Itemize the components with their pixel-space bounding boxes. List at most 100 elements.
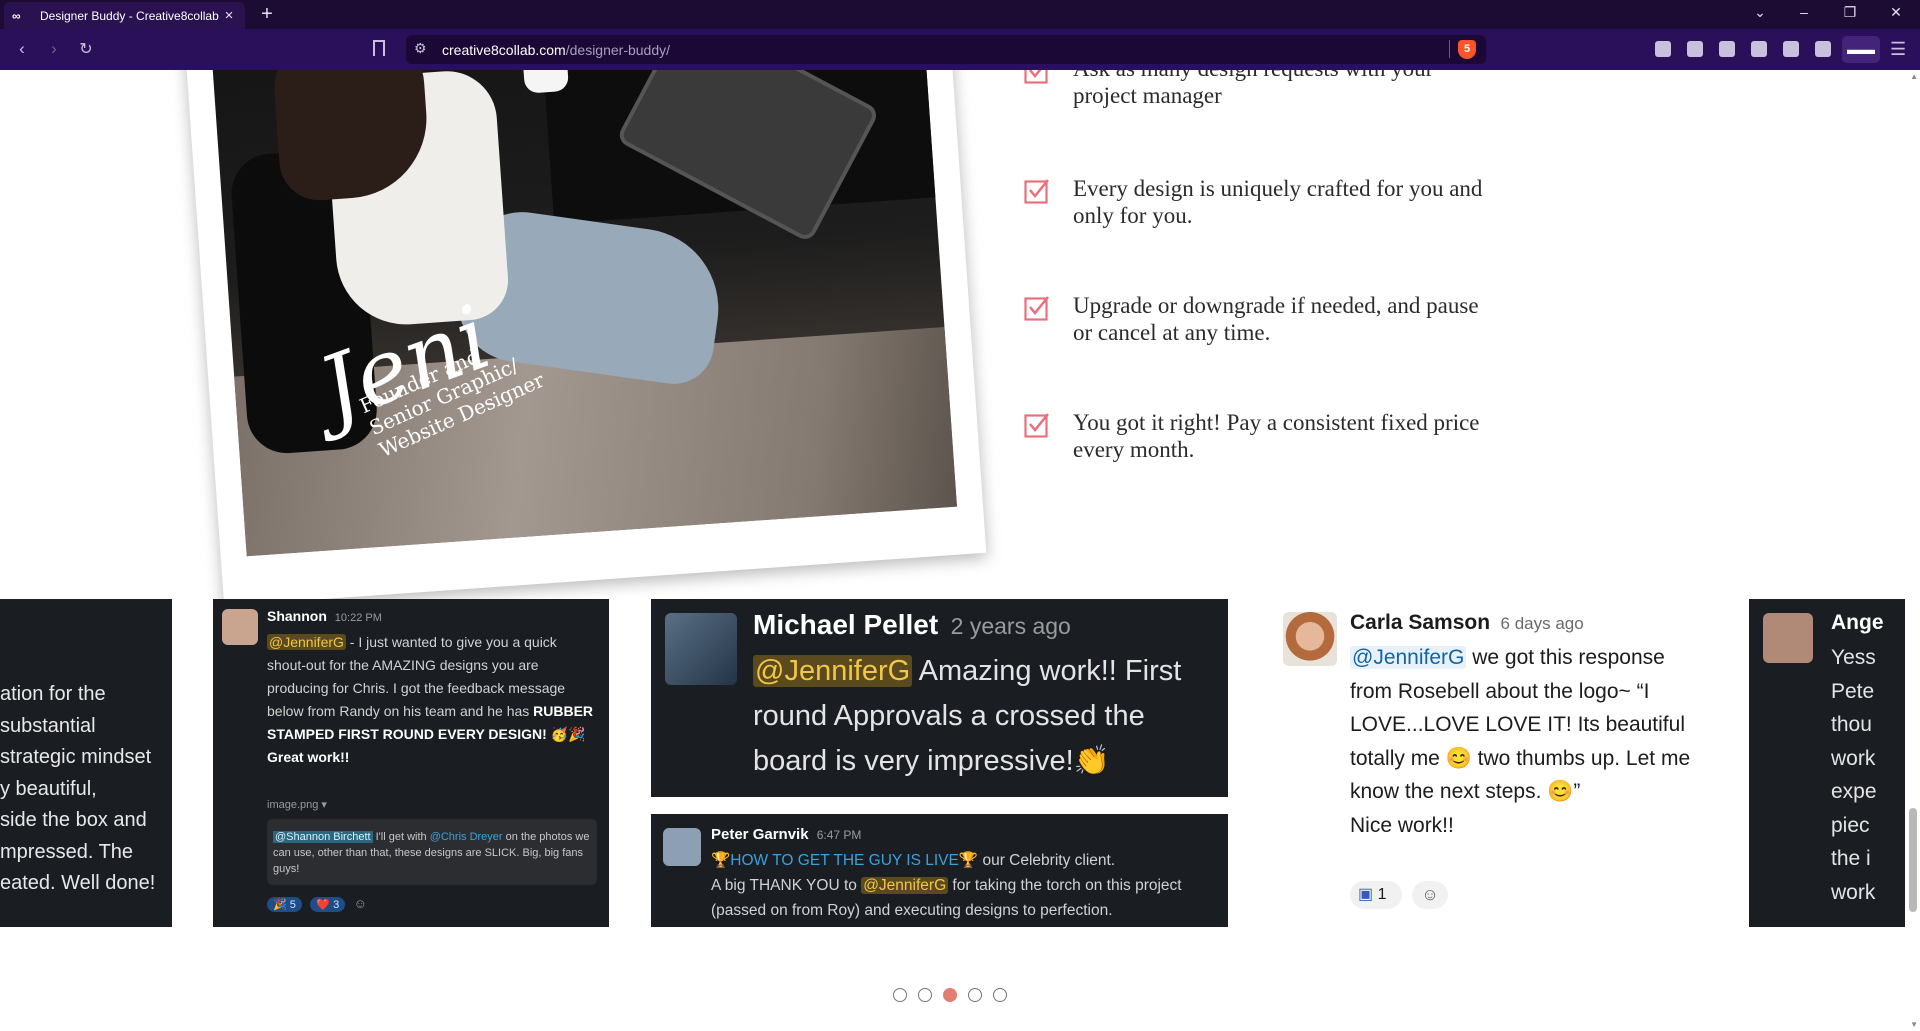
browser-tab-active[interactable]: ∞ Designer Buddy - Creative8collab ×: [4, 2, 245, 29]
address-divider: [1449, 40, 1450, 58]
message-body: @JenniferG - I just wanted to give you a…: [267, 631, 597, 769]
carousel-dot-1[interactable]: [893, 988, 907, 1002]
reaction-count: 1: [1377, 886, 1387, 903]
feature-text: Every design is uniquely crafted for you…: [1073, 176, 1483, 228]
mention: @Shannon Birchett: [273, 831, 373, 843]
message-body: Yess Pete thou work expe piec the i work: [1831, 641, 1877, 909]
close-window-button[interactable]: ✕: [1886, 4, 1906, 21]
reload-button[interactable]: ↻: [75, 39, 97, 59]
text-line: thou: [1831, 713, 1872, 736]
mention[interactable]: @JenniferG: [861, 877, 949, 894]
testimonial-card-carla[interactable]: Carla Samson 6 days ago @JenniferG we go…: [1270, 599, 1707, 927]
avatar: [663, 828, 701, 866]
browser-titlebar: ∞ Designer Buddy - Creative8collab × + ⌄…: [0, 0, 1920, 29]
message-text: Nice work!!: [1350, 813, 1454, 837]
scrollbar-thumb[interactable]: [1909, 808, 1917, 912]
text-line: y beautiful,: [0, 777, 97, 800]
message-text: A big THANK YOU to: [711, 877, 862, 894]
extension-icon[interactable]: [1719, 41, 1735, 57]
restore-button[interactable]: ❐: [1840, 4, 1860, 21]
text-line: Yess: [1831, 646, 1876, 669]
scrollbar[interactable]: ▲ ▼: [1905, 70, 1920, 1031]
back-button[interactable]: ‹: [11, 39, 33, 59]
tab-list-chevron-icon[interactable]: ⌄: [1750, 4, 1770, 21]
message-body: @JenniferG we got this response from Ros…: [1350, 641, 1695, 842]
author-name: Ange: [1831, 611, 1884, 634]
checkbox-icon: [1024, 179, 1049, 204]
text-line: the i: [1831, 847, 1871, 870]
scroll-down-arrow-icon[interactable]: ▼: [1910, 1020, 1918, 1029]
tab-close-icon[interactable]: ×: [221, 7, 237, 24]
checkbox-icon: [1024, 70, 1048, 84]
reader-glasses-icon[interactable]: ▬▬: [1842, 36, 1880, 63]
message-body: @JenniferG Amazing work!! First round Ap…: [753, 649, 1213, 784]
testimonial-card-partial-left[interactable]: ation for the substantial strategic mind…: [0, 599, 172, 927]
quote-text: I'll get with: [372, 831, 430, 843]
url-host: creative8collab.com: [442, 42, 566, 58]
quoted-message: @Shannon Birchett I'll get with @Chris D…: [267, 819, 597, 885]
text-line: mpressed. The: [0, 840, 134, 863]
address-bar[interactable]: ⚙ creative8collab.com/designer-buddy/ 5: [406, 35, 1486, 64]
testimonial-card-partial-right[interactable]: Ange Yess Pete thou work expe piec the i…: [1749, 599, 1920, 927]
minimize-button[interactable]: –: [1794, 4, 1814, 20]
founder-polaroid: Jeni Founder and Senior Graphic/ Website…: [183, 70, 987, 606]
feature-text: Upgrade or downgrade if needed, and paus…: [1073, 293, 1479, 345]
timestamp: 6:47 PM: [816, 828, 862, 842]
reaction-badge[interactable]: ❤️ 3: [310, 897, 346, 912]
carousel-dot-5[interactable]: [993, 988, 1007, 1002]
message-header: Peter Garnvik 6:47 PM: [711, 826, 861, 843]
menu-icon[interactable]: ☰: [1890, 39, 1906, 60]
message-header: Shannon 10:22 PM: [267, 608, 382, 624]
mention[interactable]: @JenniferG: [753, 655, 913, 687]
mention: @Chris Dreyer: [429, 831, 503, 843]
extensions-puzzle-icon[interactable]: [1783, 41, 1799, 57]
message-header: Carla Samson 6 days ago: [1350, 611, 1584, 635]
forward-button[interactable]: ›: [43, 39, 65, 59]
message-body: 🏆HOW TO GET THE GUY IS LIVE🏆 our Celebri…: [711, 848, 1216, 923]
timestamp: 6 days ago: [1500, 614, 1584, 633]
carousel-dot-2[interactable]: [918, 988, 932, 1002]
text-line: substantial: [0, 714, 96, 737]
reaction-badge[interactable]: ▣ 1: [1350, 881, 1402, 909]
text-line: expe: [1831, 780, 1877, 803]
sidebar-icon[interactable]: [1815, 41, 1831, 57]
testimonial-card-shannon[interactable]: Shannon 10:22 PM @JenniferG - I just wan…: [213, 599, 609, 927]
reactions: 🎉 5 ❤️ 3 ☺: [267, 895, 367, 913]
extension-icon[interactable]: [1687, 41, 1703, 57]
testimonial-card-michael[interactable]: Michael Pellet 2 years ago @JenniferG Am…: [651, 599, 1228, 797]
site-settings-icon[interactable]: ⚙: [414, 40, 427, 57]
browser-toolbar: ‹ › ↻ ⚙ creative8collab.com/designer-bud…: [0, 29, 1920, 70]
url-path: /designer-buddy/: [565, 42, 671, 58]
founder-photo: Jeni Founder and Senior Graphic/ Website…: [211, 70, 958, 557]
author-name: Carla Samson: [1350, 611, 1491, 634]
message-text: we got this response from Rosebell about…: [1350, 646, 1691, 803]
mention[interactable]: @JenniferG: [1350, 646, 1467, 669]
new-tab-button[interactable]: +: [256, 3, 278, 26]
attachment-label[interactable]: image.png ▾: [267, 798, 327, 811]
carousel-dot-3[interactable]: [943, 988, 957, 1002]
web-page: Jeni Founder and Senior Graphic/ Website…: [0, 70, 1920, 1031]
reaction-emoji-icon: ▣: [1358, 886, 1374, 903]
text-line: Pete: [1831, 679, 1875, 703]
photo-drawing-tablet: [615, 70, 881, 244]
text-line: ation for the: [0, 683, 106, 705]
brave-shields-icon[interactable]: 5: [1458, 40, 1476, 59]
screenshot-extension-icon[interactable]: [1655, 41, 1671, 57]
author-name: Shannon: [267, 608, 327, 624]
reaction-badge[interactable]: 🎉 5: [267, 897, 302, 912]
checkbox-icon: [1024, 296, 1049, 321]
message-link[interactable]: 🏆HOW TO GET THE GUY IS LIVE🏆: [711, 852, 978, 869]
bookmark-icon[interactable]: [373, 40, 385, 56]
checkbox-icon: [1024, 413, 1049, 438]
url-text[interactable]: creative8collab.com/designer-buddy/: [442, 42, 670, 58]
extension-icon[interactable]: [1751, 41, 1767, 57]
add-reaction-icon[interactable]: ☺: [354, 896, 367, 911]
scroll-up-arrow-icon[interactable]: ▲: [1910, 72, 1918, 81]
avatar: [222, 609, 258, 645]
text-line: work: [1831, 880, 1876, 904]
testimonial-card-peter[interactable]: Peter Garnvik 6:47 PM 🏆HOW TO GET THE GU…: [651, 814, 1228, 927]
text-line: work: [1831, 746, 1876, 770]
carousel-dot-4[interactable]: [968, 988, 982, 1002]
add-reaction-icon[interactable]: ☺: [1412, 881, 1448, 909]
mention[interactable]: @JenniferG: [267, 634, 346, 650]
